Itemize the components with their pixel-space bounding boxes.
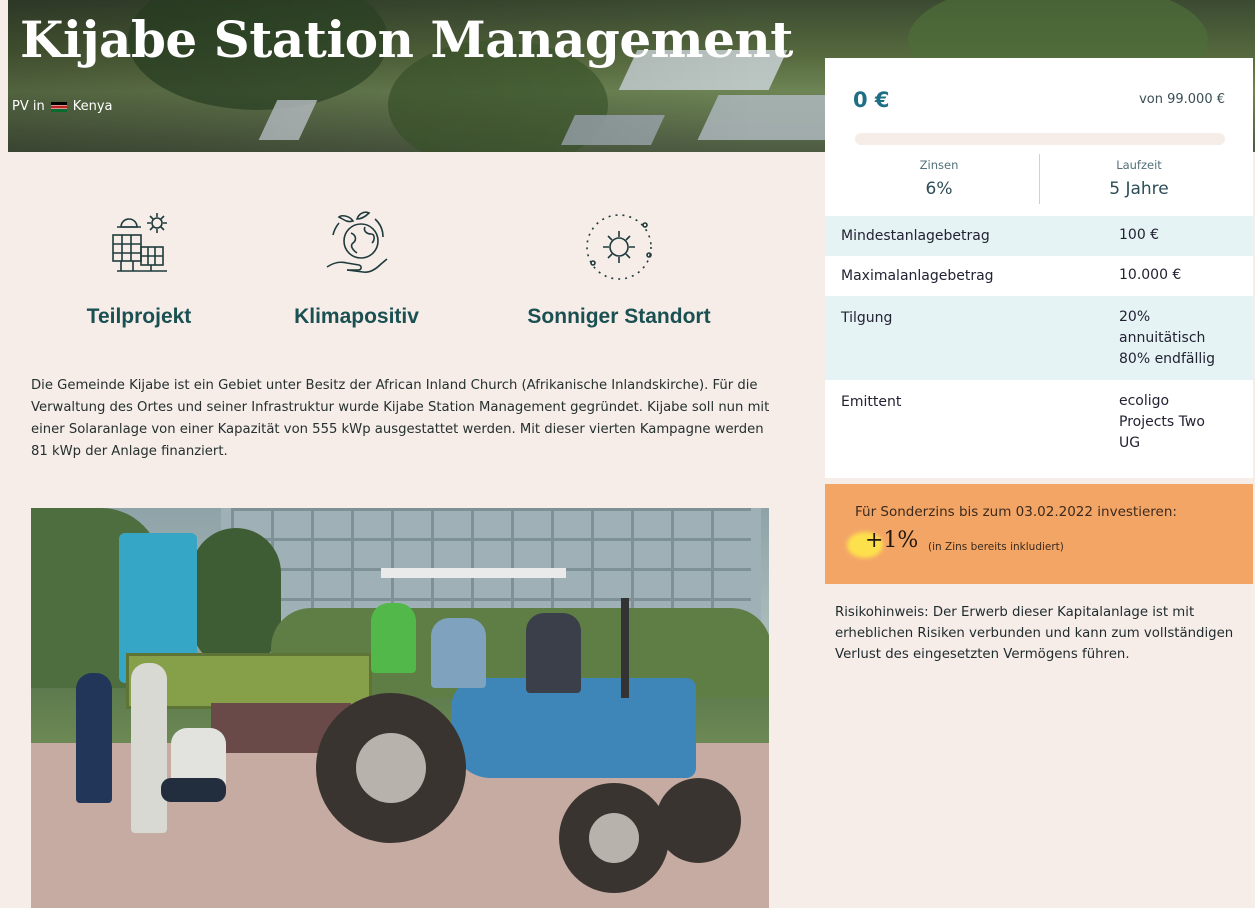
kenya-flag-icon [50,101,67,112]
project-location: PV in Kenya [12,99,113,114]
project-description: Die Gemeinde Kijabe ist ein Gebiet unter… [31,378,770,459]
term-stat: Laufzeit 5 Jahre [1049,158,1229,199]
project-photo [31,508,769,908]
feature-label: Sonniger Standort [527,305,711,328]
funding-goal: von 99.000 € [1139,92,1225,107]
term-label: Laufzeit [1116,158,1162,172]
bonus-rate: +1% [865,528,919,553]
feature-teilprojekt: Teilprojekt [84,205,194,329]
detail-label: Emittent [841,394,902,410]
feature-sonniger-standort: Sonniger Standort [509,205,729,329]
interest-stat: Zinsen 6% [849,158,1029,199]
bonus-note: (in Zins bereits inkludiert) [928,541,1064,553]
detail-value: 20% annuitätisch 80% endfällig [1119,309,1216,367]
sun-icon [579,205,659,285]
risk-notice: Risikohinweis: Der Erwerb dieser Kapital… [835,605,1234,662]
project-type-label: PV in [12,99,45,114]
detail-value: ecoligo Projects Two UG [1119,393,1205,451]
promo-text: Für Sonderzins bis zum 03.02.2022 invest… [855,504,1177,520]
country-label: Kenya [72,99,113,114]
detail-value: 100 € [1119,227,1160,243]
solar-panel-sun-icon [99,205,179,285]
interest-label: Zinsen [919,158,959,172]
stat-divider [1039,154,1040,204]
detail-label: Maximalanlagebetrag [841,268,994,284]
funding-card: 0 € von 99.000 € Zinsen 6% Laufzeit 5 Ja… [825,58,1253,478]
funded-amount: 0 € [853,88,890,112]
detail-row-repayment: Tilgung 20% annuitätisch 80% endfällig [825,296,1253,380]
detail-row-max-investment: Maximalanlagebetrag 10.000 € [825,256,1253,296]
detail-label: Tilgung [841,310,893,326]
earth-plant-hand-icon [317,205,397,285]
detail-row-issuer: Emittent ecoligo Projects Two UG [825,380,1253,478]
detail-label: Mindestanlagebetrag [841,228,990,244]
interest-value: 6% [925,179,953,199]
term-value: 5 Jahre [1109,179,1169,199]
detail-value: 10.000 € [1119,267,1182,283]
feature-label: Klimapositiv [294,305,419,328]
feature-label: Teilprojekt [86,305,192,328]
bonus-interest-banner: Für Sonderzins bis zum 03.02.2022 invest… [825,484,1253,584]
feature-klimapositiv: Klimapositiv [284,205,429,329]
funding-progress-bar [855,133,1225,145]
detail-row-min-investment: Mindestanlagebetrag 100 € [825,216,1253,256]
page-title: Kijabe Station Management [20,10,793,69]
